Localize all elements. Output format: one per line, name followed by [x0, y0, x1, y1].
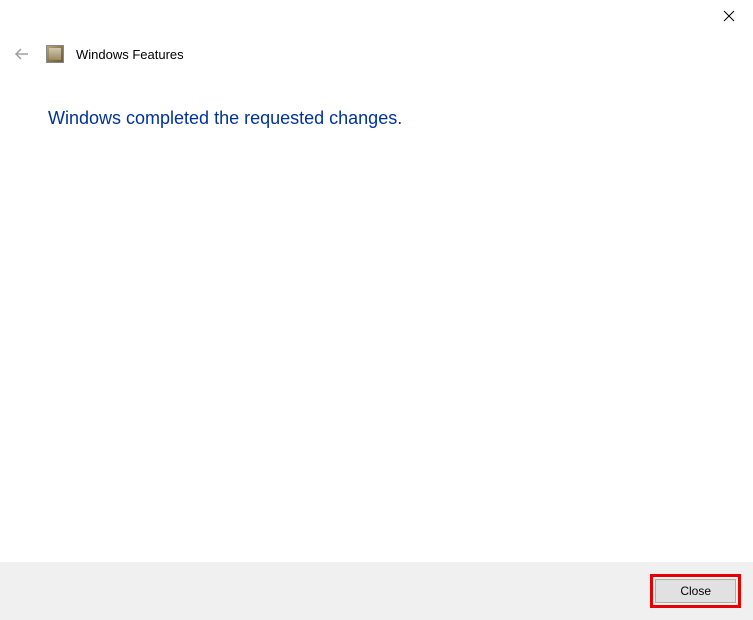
close-button-highlight: Close — [650, 574, 741, 608]
close-icon — [723, 10, 735, 22]
windows-features-icon — [46, 45, 64, 63]
titlebar — [717, 0, 753, 32]
footer: Close — [0, 562, 753, 620]
back-button — [10, 42, 34, 66]
status-message: Windows completed the requested changes. — [48, 108, 402, 129]
close-button[interactable]: Close — [655, 579, 736, 603]
header: Windows Features — [10, 42, 184, 66]
page-title: Windows Features — [76, 47, 184, 62]
window-close-button[interactable] — [717, 4, 741, 28]
back-arrow-icon — [13, 45, 31, 63]
